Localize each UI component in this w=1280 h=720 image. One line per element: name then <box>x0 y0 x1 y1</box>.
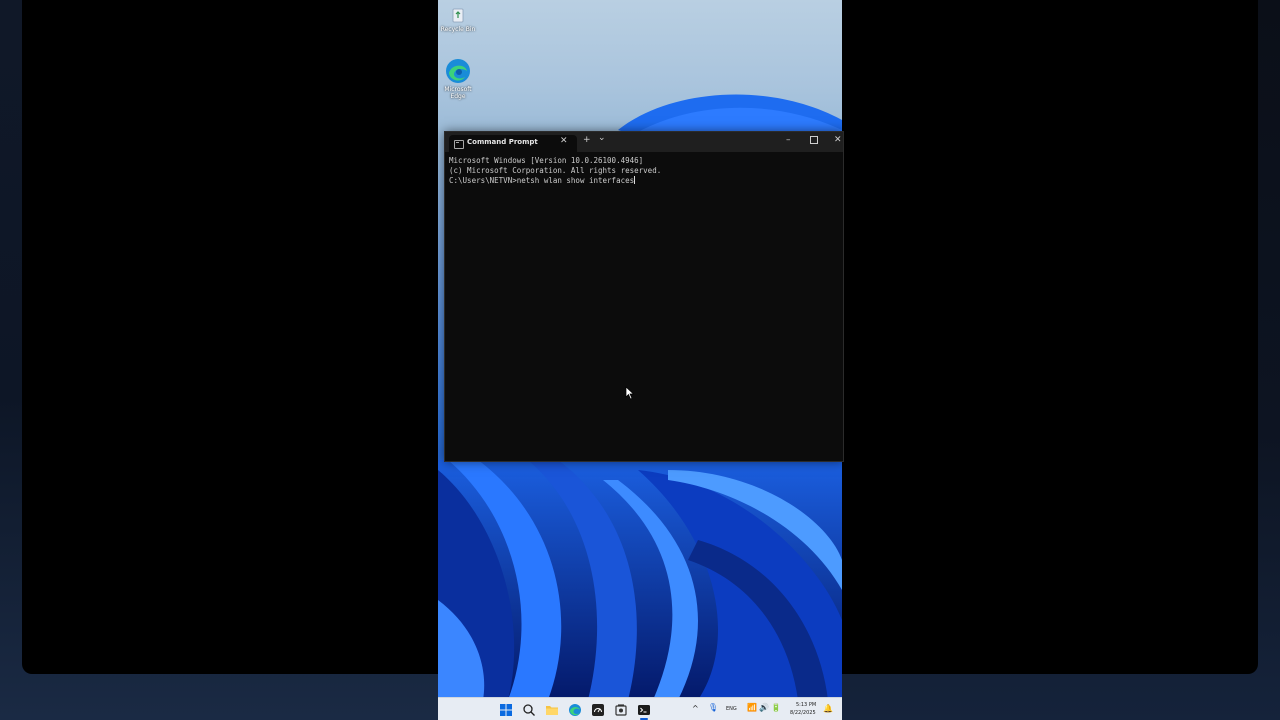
maximize-icon[interactable] <box>810 136 818 144</box>
recycle-bin-shortcut[interactable]: Recycle Bin <box>438 6 478 33</box>
command-line[interactable]: C:\Users\NETVN>netsh wlan show interface… <box>449 176 839 186</box>
right-blurred-panel <box>842 0 1280 720</box>
tab-dropdown-icon[interactable]: ⌄ <box>598 133 606 143</box>
console-line: Microsoft Windows [Version 10.0.26100.49… <box>449 156 644 165</box>
folder-icon <box>546 706 558 715</box>
close-tab-icon[interactable]: ✕ <box>560 136 568 146</box>
terminal-icon <box>454 140 464 149</box>
show-hidden-icons-icon[interactable]: ^ <box>692 704 699 713</box>
file-explorer-button[interactable] <box>545 702 559 716</box>
terminal-icon <box>638 705 650 715</box>
command-text: C:\Users\NETVN>netsh wlan show interface… <box>449 176 635 185</box>
edge-taskbar-button[interactable] <box>568 702 582 716</box>
wifi-icon[interactable]: 📶 <box>747 703 757 712</box>
minimize-icon[interactable]: – <box>786 135 791 145</box>
command-prompt-window[interactable]: Command Prompt ✕ + ⌄ – ✕ Microsoft Windo… <box>444 131 844 462</box>
battery-icon[interactable]: 🔋 <box>771 703 781 712</box>
new-tab-button[interactable]: + <box>583 135 591 145</box>
gauge-icon <box>592 704 604 716</box>
recycle-bin-icon <box>449 6 467 24</box>
recycle-bin-label: Recycle Bin <box>440 26 476 33</box>
start-button[interactable] <box>499 702 513 716</box>
left-blurred-panel <box>0 0 438 720</box>
screen: Recycle Bin Microsoft Edge Command Promp… <box>0 0 1280 720</box>
clock-date[interactable]: 8/22/2025 <box>790 710 816 716</box>
edge-icon <box>569 704 581 716</box>
app-icon <box>615 704 627 716</box>
edge-label: Microsoft Edge <box>444 86 472 100</box>
console-output[interactable]: Microsoft Windows [Version 10.0.26100.49… <box>449 156 839 186</box>
speedometer-app-button[interactable] <box>591 702 605 716</box>
terminal-titlebar[interactable]: Command Prompt ✕ + ⌄ – ✕ <box>445 132 843 152</box>
language-indicator[interactable]: ENG <box>726 706 737 712</box>
microphone-icon[interactable]: 🎙 <box>708 703 718 712</box>
edge-icon <box>445 58 471 84</box>
search-button[interactable] <box>522 702 536 716</box>
edge-shortcut[interactable]: Microsoft Edge <box>438 58 478 100</box>
notifications-icon[interactable]: 🔔 <box>823 704 833 713</box>
taskbar: ^ 🎙 ENG 📶 🔊 🔋 5:13 PM 8/22/2025 🔔 <box>438 697 842 720</box>
text-caret <box>634 176 636 184</box>
close-window-icon[interactable]: ✕ <box>834 135 842 145</box>
search-icon <box>523 704 535 716</box>
mouse-pointer-icon <box>625 386 635 400</box>
tab-command-prompt[interactable]: Command Prompt ✕ <box>449 135 577 152</box>
windows-logo-icon <box>500 704 512 716</box>
terminal-taskbar-button[interactable] <box>637 702 651 720</box>
app-button[interactable] <box>614 702 628 716</box>
console-line: (c) Microsoft Corporation. All rights re… <box>449 166 662 175</box>
tab-label: Command Prompt <box>467 138 538 146</box>
clock-time[interactable]: 5:13 PM <box>796 702 816 708</box>
volume-icon[interactable]: 🔊 <box>759 703 769 712</box>
